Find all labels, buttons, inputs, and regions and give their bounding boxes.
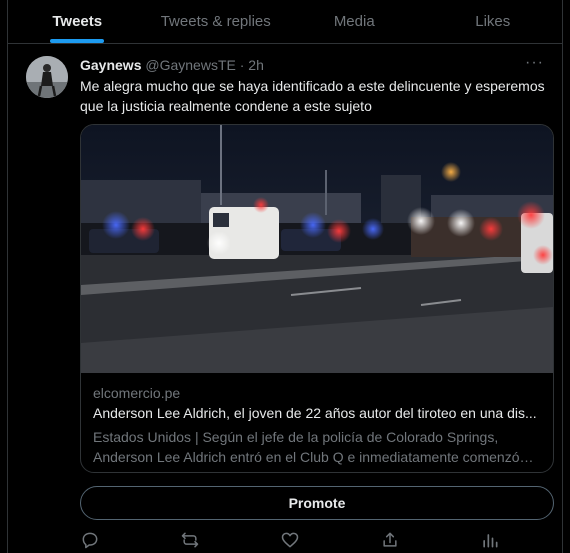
retweet-icon[interactable] [180,530,200,550]
avatar-image [26,56,68,98]
tweet-time[interactable]: 2h [248,57,264,73]
tweet-actions [80,530,500,550]
tab-label: Media [333,13,375,30]
link-card[interactable]: elcomercio.pe Anderson Lee Aldrich, el j… [80,124,554,473]
card-image [81,125,553,373]
card-description: Estados Unidos | Según el jefe de la pol… [93,429,520,465]
analytics-icon[interactable] [480,530,500,550]
tweet-text: Me alegra mucho que se haya identificado… [80,78,545,114]
card-domain: elcomercio.pe [93,385,181,401]
tab-label: Likes [475,13,511,30]
tab-likes[interactable]: Likes [424,0,563,43]
tab-media[interactable]: Media [285,0,424,43]
active-tab-indicator [50,39,105,43]
tab-label: Tweets [52,13,103,30]
share-icon[interactable] [380,530,400,550]
card-info: elcomercio.pe Anderson Lee Aldrich, el j… [81,373,553,467]
promote-button[interactable]: Promote [80,486,554,520]
tab-tweets[interactable]: Tweets [8,0,147,43]
like-icon[interactable] [280,530,300,550]
tweet-header: Gaynews @GaynewsTE · 2h [80,57,264,73]
reply-icon[interactable] [80,530,100,550]
avatar[interactable] [26,56,68,98]
author-handle[interactable]: @GaynewsTE [145,57,235,73]
meta-separator: · [239,57,245,73]
tab-tweets-and-replies[interactable]: Tweets & replies [147,0,286,43]
card-title: Anderson Lee Aldrich, el joven de 22 año… [93,405,537,421]
timeline-column: Tweets Tweets & replies Media Likes Gayn… [7,0,563,553]
profile-tabs: Tweets Tweets & replies Media Likes [8,0,562,44]
tab-label: Tweets & replies [160,13,271,30]
more-dots-icon[interactable]: ··· [525,54,544,72]
author-name[interactable]: Gaynews [80,57,141,73]
